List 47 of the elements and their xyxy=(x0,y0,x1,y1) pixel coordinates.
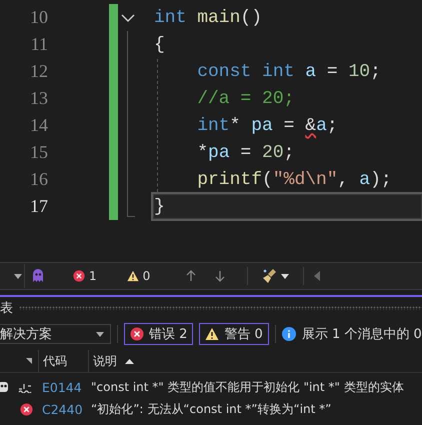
line-number: 11 xyxy=(30,33,48,56)
error-icon xyxy=(73,270,85,282)
line-number: 12 xyxy=(29,60,48,83)
corner-icon[interactable] xyxy=(26,358,32,364)
spell-check-icon xyxy=(18,381,34,393)
error-icon xyxy=(20,402,32,416)
caret-icon[interactable] xyxy=(281,274,290,278)
code-line: int* pa = &a; xyxy=(196,116,338,136)
up-arrow-icon[interactable] xyxy=(186,270,196,282)
error-description: "const int *" 类型的值不能用于初始化 "int *" 类型的实体 xyxy=(91,378,404,396)
caret-icon[interactable] xyxy=(14,274,22,278)
column-header[interactable]: 说明 xyxy=(93,352,117,370)
error-code[interactable]: E0144 xyxy=(38,380,88,394)
collapse-chevron-icon[interactable] xyxy=(121,13,135,23)
warning-count[interactable]: 0 xyxy=(142,269,150,283)
warnings-filter[interactable]: 警告 0 xyxy=(199,323,269,345)
messages-filter[interactable]: 展示 1 个消息中的 0 xyxy=(302,325,422,343)
code-line: int main() xyxy=(154,8,262,28)
code-line: *pa = 20; xyxy=(196,142,294,162)
ghost-icon[interactable] xyxy=(31,268,45,284)
column-header[interactable]: 代码 xyxy=(39,350,89,372)
line-number: 17 xyxy=(29,195,48,218)
code-line: //a = 20; xyxy=(196,88,294,108)
line-number: 13 xyxy=(29,87,48,110)
scroll-left-icon[interactable] xyxy=(314,271,320,281)
line-number: 14 xyxy=(29,114,48,137)
brush-icon[interactable] xyxy=(262,268,278,284)
info-icon[interactable] xyxy=(282,327,296,341)
down-arrow-icon[interactable] xyxy=(215,270,226,282)
code-line: const int a = 10; xyxy=(196,62,381,82)
warning-icon xyxy=(205,327,220,341)
sort-ascending-icon[interactable] xyxy=(125,358,134,364)
error-code[interactable]: C2440 xyxy=(38,402,88,416)
line-number: 16 xyxy=(29,168,48,191)
warning-icon xyxy=(126,270,139,282)
line-number: 15 xyxy=(29,141,48,164)
code-line: printf(″%d\n″, a); xyxy=(196,170,392,190)
error-description: “初始化”: 无法从“const int *”转换为“int *” xyxy=(91,400,332,418)
errors-filter[interactable]: 错误 2 xyxy=(124,323,194,345)
line-number: 10 xyxy=(29,6,48,29)
error-icon xyxy=(130,327,144,341)
code-line: } xyxy=(154,196,165,216)
panel-title: 表 xyxy=(0,300,13,317)
caret-icon xyxy=(96,332,104,336)
error-count[interactable]: 1 xyxy=(89,269,97,283)
code-line: { xyxy=(154,34,165,54)
scope-dropdown[interactable]: 解决方案 xyxy=(0,324,111,344)
